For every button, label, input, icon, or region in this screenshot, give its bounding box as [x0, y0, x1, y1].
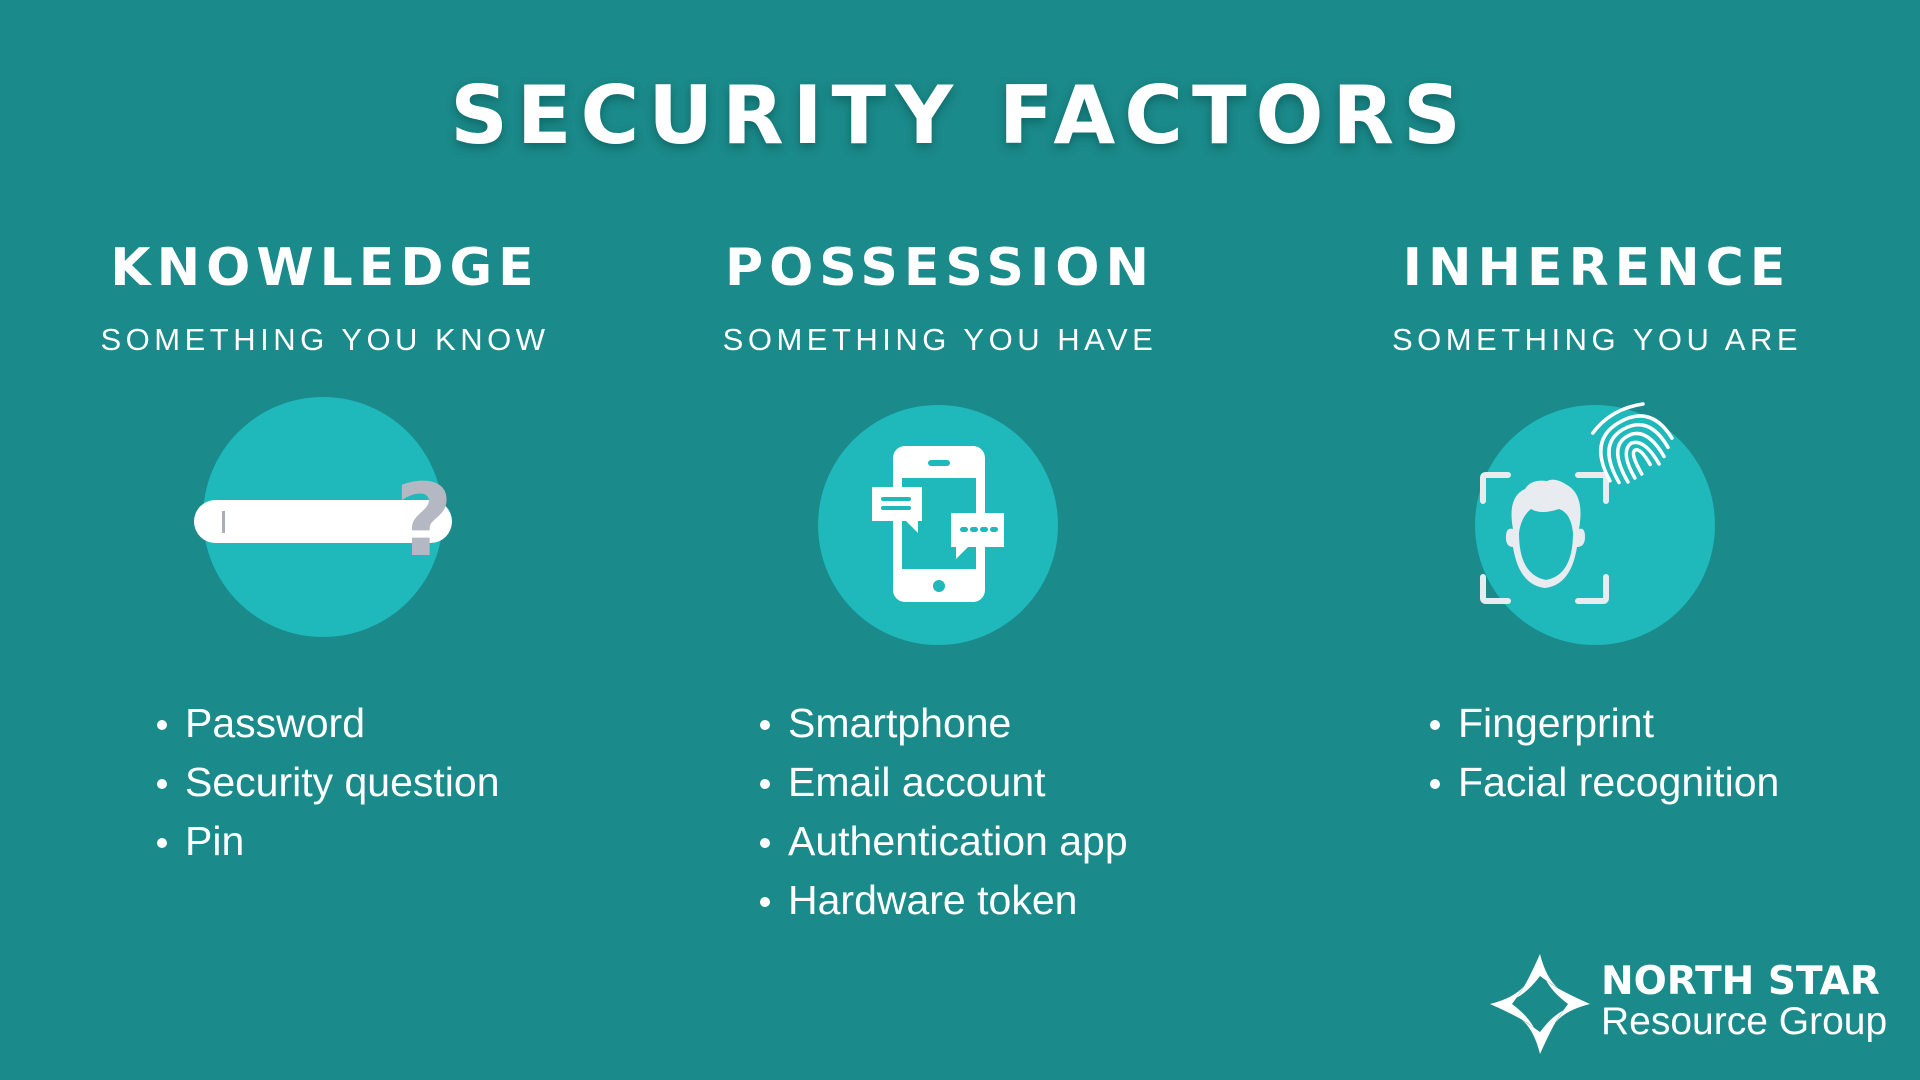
factor-heading: KNOWLEDGE	[110, 238, 540, 298]
list-item: Authentication app	[760, 812, 1128, 871]
logo-tagline: Resource Group	[1601, 1000, 1888, 1043]
factor-heading: POSSESSION	[724, 238, 1156, 298]
factor-subheading: SOMETHING YOU HAVE	[722, 322, 1158, 357]
factor-subheading: SOMETHING YOU KNOW	[100, 322, 550, 357]
logo-name: NORTH STAR	[1601, 959, 1880, 1004]
list-item: Facial recognition	[1430, 753, 1779, 812]
bullet-icon	[157, 838, 167, 848]
password-field-question-icon: ?	[194, 397, 453, 645]
company-logo: NORTH STAR Resource Group	[1488, 952, 1898, 1056]
list-item: Password	[157, 694, 500, 753]
bullet-icon	[760, 838, 770, 848]
bullet-icon	[157, 720, 167, 730]
factor-list: Smartphone Email account Authentication …	[760, 694, 1128, 930]
bullet-icon	[760, 779, 770, 789]
factor-list: Password Security question Pin	[157, 694, 500, 871]
factor-column-inherence: INHERENCE SOMETHING YOU ARE Fingerprint …	[1277, 0, 1917, 1080]
list-item: Hardware token	[760, 871, 1128, 930]
bullet-icon	[1430, 779, 1440, 789]
factor-column-possession: POSSESSION SOMETHING YOU HAVE Smartphone…	[620, 0, 1260, 1080]
bullet-icon	[1430, 720, 1440, 730]
list-item: Pin	[157, 812, 500, 871]
list-item: Security question	[157, 753, 500, 812]
list-item: Fingerprint	[1430, 694, 1779, 753]
list-item: Smartphone	[760, 694, 1128, 753]
factor-column-knowledge: KNOWLEDGE SOMETHING YOU KNOW ? Password …	[5, 0, 645, 1080]
north-star-icon	[1490, 954, 1590, 1054]
factor-subheading: SOMETHING YOU ARE	[1391, 322, 1803, 357]
factor-list: Fingerprint Facial recognition	[1430, 694, 1779, 812]
face-fingerprint-icon	[1475, 402, 1715, 645]
list-item: Email account	[760, 753, 1128, 812]
bullet-icon	[157, 779, 167, 789]
svg-text:?: ?	[395, 462, 453, 579]
factor-heading: INHERENCE	[1402, 238, 1792, 298]
smartphone-chat-icon	[818, 405, 1058, 645]
bullet-icon	[760, 720, 770, 730]
bullet-icon	[760, 897, 770, 907]
